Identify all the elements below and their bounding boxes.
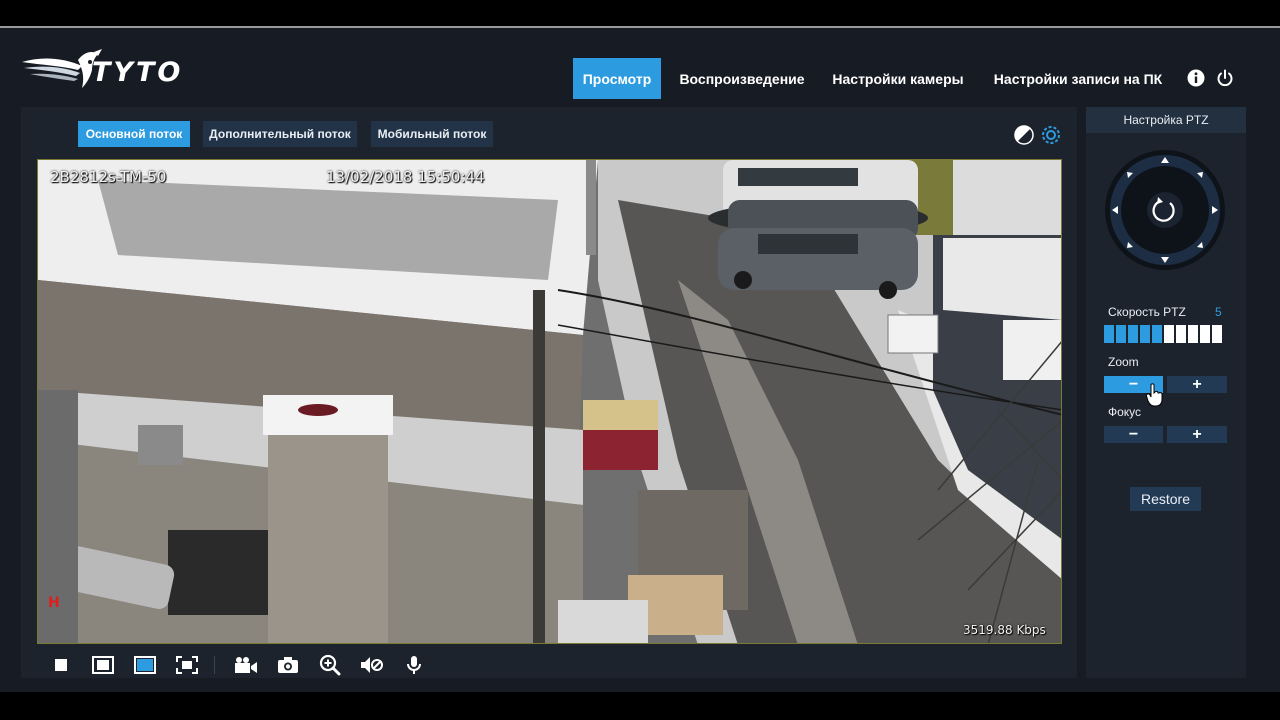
nav-tab-live-view[interactable]: Просмотр bbox=[573, 58, 661, 99]
top-black-band bbox=[0, 0, 1280, 27]
ptz-speed-segment[interactable] bbox=[1176, 325, 1186, 343]
timestamp-overlay: 13/02/2018 15:50:44 bbox=[326, 168, 485, 186]
camera-name-overlay: 2B2812s-TM-50 bbox=[50, 168, 167, 186]
record-icon[interactable] bbox=[234, 653, 258, 677]
focus-label: Фокус bbox=[1108, 405, 1142, 419]
window-view-icon[interactable] bbox=[91, 653, 115, 677]
bitrate-overlay: 3519.88 Kbps bbox=[963, 623, 1046, 637]
stream-mobile-button[interactable]: Мобильный поток bbox=[371, 121, 493, 147]
ptz-direction-pad[interactable] bbox=[1103, 148, 1227, 272]
camera-scene bbox=[38, 160, 1061, 643]
video-feed[interactable]: 2B2812s-TM-50 13/02/2018 15:50:44 3519.8… bbox=[37, 159, 1062, 644]
focus-minus-button[interactable]: − bbox=[1104, 426, 1163, 443]
ptz-speed-segment[interactable] bbox=[1116, 325, 1126, 343]
focus-plus-button[interactable]: + bbox=[1167, 426, 1227, 443]
ptz-speed-segment[interactable] bbox=[1212, 325, 1222, 343]
digital-zoom-icon[interactable] bbox=[318, 653, 342, 677]
ptz-speed-label: Скорость PTZ bbox=[1108, 305, 1186, 319]
ptz-speed-segment[interactable] bbox=[1104, 325, 1114, 343]
fit-view-icon[interactable] bbox=[133, 653, 157, 677]
nav-tab-pc-recording-settings[interactable]: Настройки записи на ПК bbox=[983, 58, 1173, 99]
bottom-black-band bbox=[0, 692, 1280, 720]
ptz-speed-segment[interactable] bbox=[1164, 325, 1174, 343]
mute-icon[interactable] bbox=[360, 653, 384, 677]
toolbar-divider bbox=[214, 656, 215, 674]
ptz-speed-segment[interactable] bbox=[1152, 325, 1162, 343]
settings-gear-icon[interactable] bbox=[1040, 124, 1062, 146]
ptz-speed-segment[interactable] bbox=[1200, 325, 1210, 343]
info-icon[interactable] bbox=[1186, 68, 1206, 88]
fullscreen-icon[interactable] bbox=[175, 653, 199, 677]
stream-sub-button[interactable]: Дополнительный поток bbox=[203, 121, 357, 147]
stream-main-button[interactable]: Основной поток bbox=[78, 121, 190, 147]
image-adjust-icon[interactable] bbox=[1013, 124, 1035, 146]
ptz-speed-segment[interactable] bbox=[1128, 325, 1138, 343]
power-icon[interactable] bbox=[1215, 68, 1235, 88]
nav-tab-playback[interactable]: Воспроизведение bbox=[670, 58, 814, 99]
single-view-icon[interactable] bbox=[49, 653, 73, 677]
ptz-panel-title: Настройка PTZ bbox=[1086, 107, 1246, 133]
zoom-in-button[interactable]: + bbox=[1167, 376, 1227, 393]
nav-tab-camera-settings[interactable]: Настройки камеры bbox=[823, 58, 973, 99]
brand-name: TYTO bbox=[92, 57, 184, 88]
ptz-speed-segment[interactable] bbox=[1188, 325, 1198, 343]
snapshot-icon[interactable] bbox=[276, 653, 300, 677]
restore-button[interactable]: Restore bbox=[1130, 487, 1201, 511]
ptz-speed-segment[interactable] bbox=[1140, 325, 1150, 343]
rec-marker: H bbox=[48, 595, 60, 611]
ptz-speed-value: 5 bbox=[1215, 305, 1222, 319]
microphone-icon[interactable] bbox=[402, 653, 426, 677]
hand-cursor-icon bbox=[1146, 383, 1163, 407]
zoom-label: Zoom bbox=[1108, 355, 1139, 369]
